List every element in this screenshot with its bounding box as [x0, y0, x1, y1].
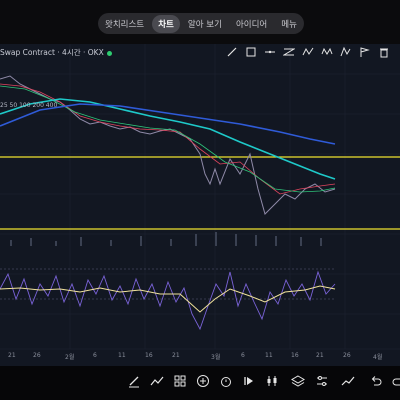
- grid-icon[interactable]: [173, 374, 187, 388]
- tab-ideas[interactable]: 아이디어: [230, 15, 273, 33]
- redo-icon[interactable]: [391, 374, 400, 388]
- x-tick-label: 3월: [211, 354, 221, 361]
- price-chart[interactable]: [0, 44, 400, 366]
- top-navigation-bar: 왓치리스트 차트 알아 보기 아이디어 메뉴: [0, 0, 400, 44]
- chart-title: Swap Contract · 4시간 · OKX: [0, 47, 112, 58]
- pencil-icon[interactable]: [127, 374, 141, 388]
- x-tick-label: 6: [241, 352, 245, 359]
- x-tick-label: 2월: [65, 354, 75, 361]
- tab-bar: 왓치리스트 차트 알아 보기 아이디어 메뉴: [98, 13, 304, 34]
- xabcd-tool-icon[interactable]: [340, 46, 352, 58]
- replay-icon[interactable]: [242, 374, 256, 388]
- x-tick-label: 26: [33, 352, 41, 359]
- x-tick-label: 21: [8, 352, 16, 359]
- time-axis: 21 26 2월 6 11 16 21 3월 6 11 16 21 26 4월: [0, 350, 400, 362]
- x-tick-label: 16: [145, 352, 153, 359]
- rectangle-tool-icon[interactable]: [245, 46, 257, 58]
- tab-watchlist[interactable]: 왓치리스트: [99, 15, 150, 33]
- horizontal-line-icon[interactable]: [264, 46, 276, 58]
- layers-icon[interactable]: [291, 374, 305, 388]
- moving-average-legend: 25 50 100 200 400: [0, 102, 58, 109]
- x-tick-label: 26: [343, 352, 351, 359]
- drawing-toolbar: [226, 46, 390, 58]
- alarm-icon[interactable]: [219, 374, 233, 388]
- ma-blue: [0, 103, 336, 145]
- x-tick-label: 6: [93, 352, 97, 359]
- rsi-line: [0, 270, 336, 331]
- x-tick-label: 16: [291, 352, 299, 359]
- zigzag-tool-icon[interactable]: [321, 46, 333, 58]
- wave-tool-icon[interactable]: [302, 46, 314, 58]
- x-tick-label: 21: [316, 352, 324, 359]
- x-tick-label: 11: [118, 352, 126, 359]
- x-tick-label: 21: [172, 352, 180, 359]
- x-tick-label: 11: [265, 352, 273, 359]
- indicator-icon[interactable]: [150, 374, 164, 388]
- tab-explore[interactable]: 알아 보기: [182, 15, 228, 33]
- chart-area[interactable]: [0, 44, 400, 366]
- bottom-toolbar: [0, 366, 400, 400]
- undo-icon[interactable]: [369, 374, 383, 388]
- line-tool-icon[interactable]: [226, 46, 238, 58]
- ma-teal: [0, 98, 336, 180]
- tab-chart[interactable]: 차트: [152, 14, 180, 33]
- x-tick-label: 4월: [373, 354, 383, 361]
- pattern-tool-icon[interactable]: [283, 46, 295, 58]
- live-status-dot: [106, 50, 112, 56]
- tab-menu[interactable]: 메뉴: [275, 15, 303, 33]
- compare-icon[interactable]: [265, 374, 279, 388]
- flag-tool-icon[interactable]: [359, 46, 371, 58]
- settings-icon[interactable]: [315, 374, 329, 388]
- add-icon[interactable]: [196, 374, 210, 388]
- delete-tool-icon[interactable]: [378, 46, 390, 58]
- trend-icon[interactable]: [341, 374, 355, 388]
